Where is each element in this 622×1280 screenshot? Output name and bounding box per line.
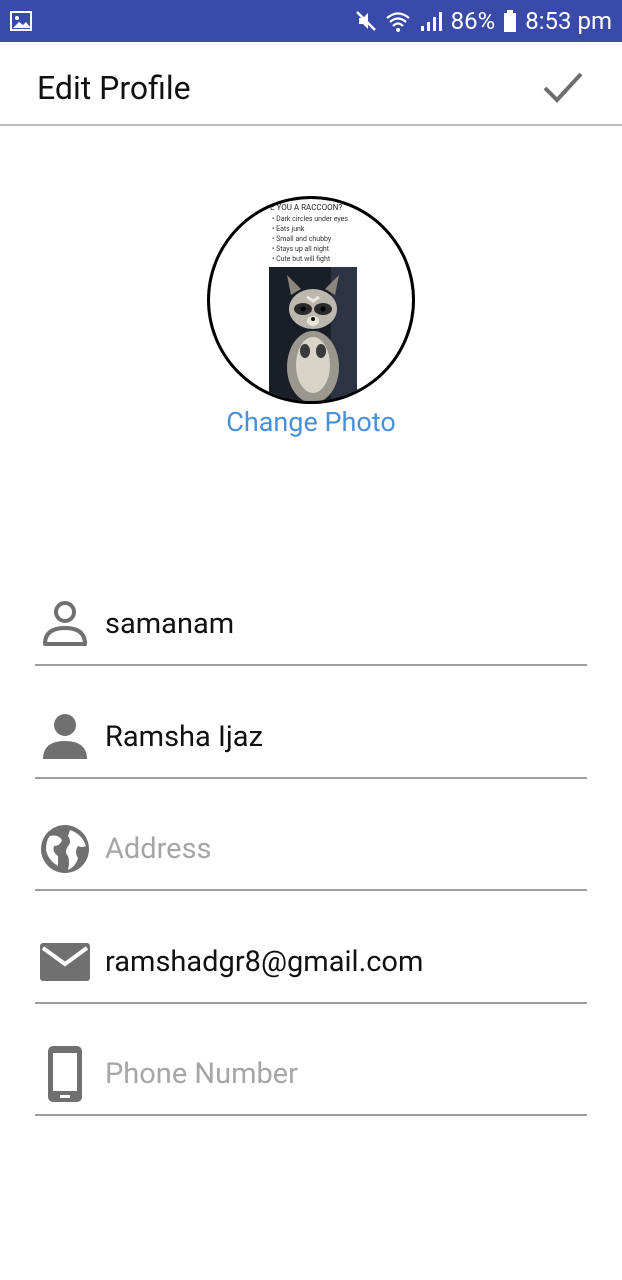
raccoon-photo (269, 267, 357, 401)
globe-icon (41, 825, 89, 873)
clock: 8:53 pm (525, 7, 612, 35)
phone-icon (48, 1046, 82, 1102)
phone-field[interactable]: Phone Number (35, 1004, 587, 1116)
username-value: samanam (105, 607, 235, 641)
email-icon (40, 943, 90, 981)
address-field[interactable]: Address (35, 779, 587, 891)
email-value: ramshadgr8@gmail.com (105, 945, 424, 979)
full-name-value: Ramsha Ijaz (105, 720, 263, 754)
battery-percent: 86% (450, 7, 496, 35)
address-placeholder: Address (105, 832, 212, 866)
meme-item: • Small and chubby (272, 235, 332, 243)
mute-icon (355, 11, 376, 31)
page-title: Edit Profile (37, 69, 191, 107)
phone-placeholder: Phone Number (105, 1057, 298, 1091)
image-icon (10, 11, 32, 31)
app-toolbar: Edit Profile (0, 42, 622, 126)
person-outline-icon (43, 601, 87, 646)
check-icon[interactable] (542, 70, 584, 104)
profile-photo[interactable]: E YOU A RACCOON? • Dark circles under ey… (207, 196, 415, 404)
email-field[interactable]: ramshadgr8@gmail.com (35, 892, 587, 1004)
username-field[interactable]: samanam (35, 554, 587, 666)
change-photo-link[interactable]: Change Photo (0, 406, 622, 438)
meme-item: • Cute but will fight (272, 255, 331, 263)
person-icon (43, 714, 87, 759)
meme-item: • Eats junk (272, 225, 305, 233)
battery-icon (504, 10, 517, 32)
signal-icon (420, 12, 442, 31)
meme-item: • Stays up all night (272, 245, 330, 253)
meme-list: • Dark circles under eyes • Eats junk • … (272, 214, 348, 264)
wifi-icon (385, 12, 410, 32)
status-bar: 86% 8:53 pm (0, 0, 622, 42)
meme-item: • Dark circles under eyes (272, 215, 349, 223)
full-name-field[interactable]: Ramsha Ijaz (35, 667, 587, 779)
meme-title: E YOU A RACCOON? (270, 203, 343, 212)
